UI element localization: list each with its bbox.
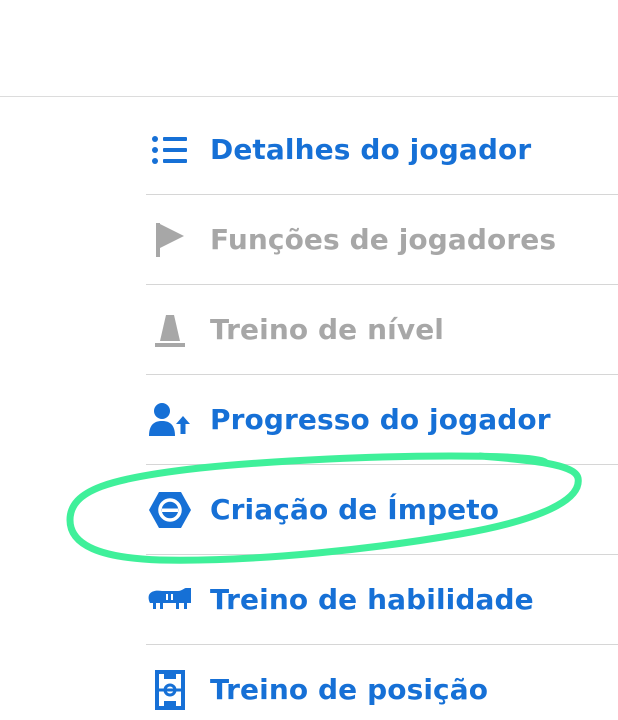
menu-item-level-training[interactable]: Treino de nível (146, 285, 618, 375)
menu-item-player-details[interactable]: Detalhes do jogador (146, 105, 618, 195)
menu-item-label: Treino de habilidade (210, 583, 534, 616)
cone-icon (148, 308, 192, 352)
menu-item-label: Progresso do jogador (210, 403, 551, 436)
menu-item-momentum-creation[interactable]: Criação de Ímpeto (146, 465, 618, 555)
boot-icon (148, 578, 192, 622)
hexagon-momentum-icon (148, 488, 192, 532)
pitch-icon (148, 668, 192, 712)
player-menu-page: Detalhes do jogador Funções de jogadores… (0, 0, 618, 720)
user-arrow-up-icon (148, 398, 192, 442)
flag-icon (148, 218, 192, 262)
menu-item-position-training[interactable]: Treino de posição (146, 645, 618, 720)
menu-item-skill-training[interactable]: Treino de habilidade (146, 555, 618, 645)
menu-item-label: Funções de jogadores (210, 223, 557, 256)
menu-item-label: Treino de posição (210, 673, 489, 706)
menu-item-label: Treino de nível (210, 313, 444, 346)
menu-item-label: Criação de Ímpeto (210, 493, 500, 526)
menu-item-player-progress[interactable]: Progresso do jogador (146, 375, 618, 465)
player-menu: Detalhes do jogador Funções de jogadores… (146, 105, 618, 720)
top-divider (0, 96, 618, 97)
list-icon (148, 128, 192, 172)
menu-item-label: Detalhes do jogador (210, 133, 532, 166)
menu-item-player-roles[interactable]: Funções de jogadores (146, 195, 618, 285)
